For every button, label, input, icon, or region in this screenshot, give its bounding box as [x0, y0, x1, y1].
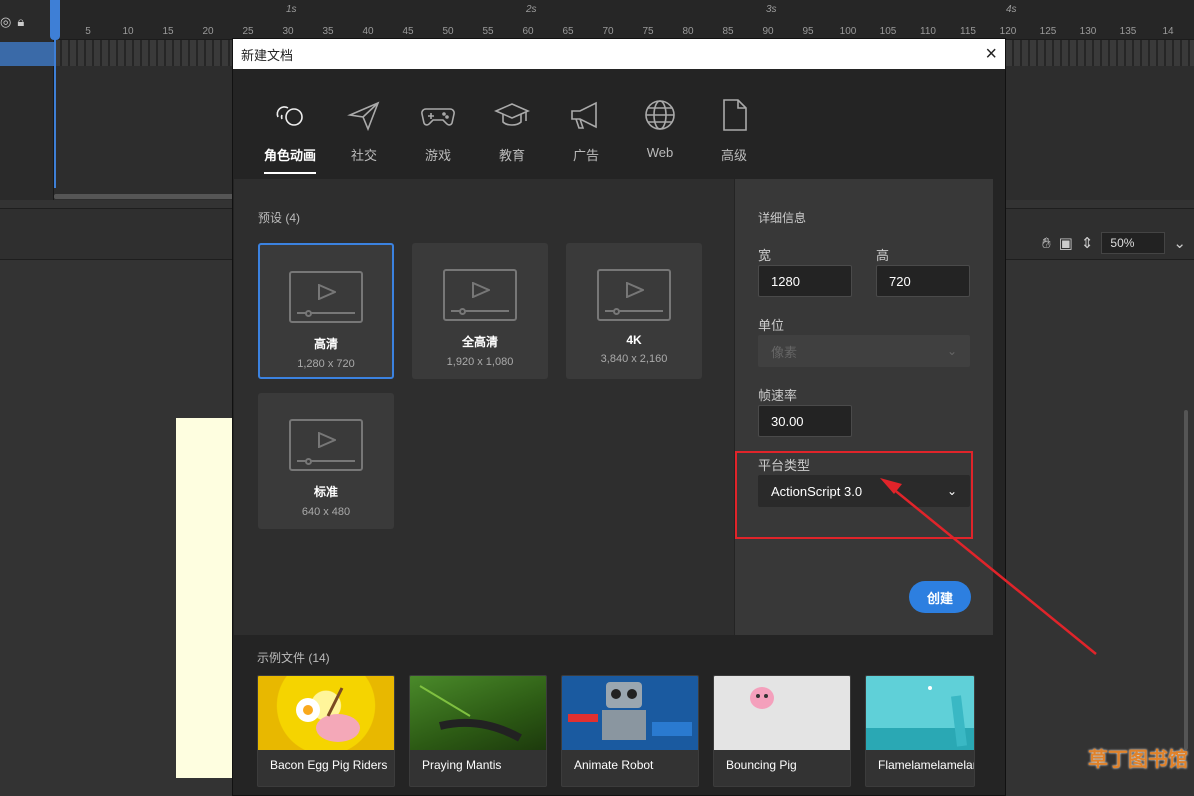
watermark-text: 草丁图书馆 [1088, 749, 1188, 771]
annotation-arrow [880, 478, 1097, 655]
watermark: 草丁图书馆 [1088, 743, 1188, 772]
app-window: ◎ 🔒︎ 5 10 15 20 25 30 35 40 45 50 55 60 65 70 75 80 85 90… [0, 0, 1194, 796]
